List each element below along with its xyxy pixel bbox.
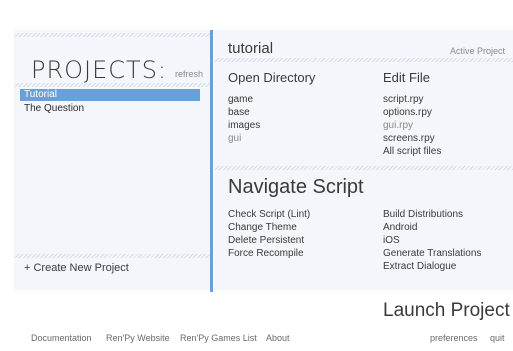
footer-link-renpy-games-list[interactable]: Ren'Py Games List — [180, 333, 257, 343]
change-theme-button[interactable]: Change Theme — [228, 221, 297, 234]
navigate-script-button[interactable]: Navigate Script — [228, 176, 364, 199]
footer-link-renpy-website[interactable]: Ren'Py Website — [106, 333, 170, 343]
open-dir-base[interactable]: base — [228, 106, 250, 119]
project-item-the-question[interactable]: The Question — [20, 103, 200, 115]
open-dir-gui[interactable]: gui — [228, 132, 241, 145]
preferences-button[interactable]: preferences — [430, 333, 478, 343]
create-new-project-button[interactable]: + Create New Project — [24, 262, 129, 274]
ios-button[interactable]: iOS — [383, 234, 400, 247]
edit-file-script[interactable]: script.rpy — [383, 93, 424, 106]
extract-dialogue-button[interactable]: Extract Dialogue — [383, 260, 456, 273]
panel-hatch-divider — [14, 33, 210, 37]
edit-file-all-scripts[interactable]: All script files — [383, 145, 441, 158]
open-directory-heading: Open Directory — [228, 70, 316, 85]
active-project-label: Active Project — [450, 46, 506, 56]
vertical-divider — [210, 30, 213, 292]
edit-file-heading: Edit File — [383, 70, 430, 85]
footer-link-about[interactable]: About — [266, 333, 290, 343]
panel-hatch-divider — [214, 58, 513, 62]
edit-file-screens[interactable]: screens.rpy — [383, 132, 435, 145]
edit-file-gui[interactable]: gui.rpy — [383, 119, 413, 132]
quit-button[interactable]: quit — [490, 333, 505, 343]
top-bar — [0, 0, 513, 20]
android-button[interactable]: Android — [383, 221, 417, 234]
panel-hatch-divider — [14, 254, 210, 258]
force-recompile-button[interactable]: Force Recompile — [228, 247, 304, 260]
edit-file-options[interactable]: options.rpy — [383, 106, 432, 119]
check-script-button[interactable]: Check Script (Lint) — [228, 208, 310, 221]
projects-heading: PROJECTS: — [31, 56, 168, 84]
refresh-button[interactable]: refresh — [175, 69, 203, 79]
generate-translations-button[interactable]: Generate Translations — [383, 247, 481, 260]
panel-hatch-divider — [214, 166, 513, 170]
active-project-name: tutorial — [228, 40, 274, 57]
build-distributions-button[interactable]: Build Distributions — [383, 208, 463, 221]
open-dir-images[interactable]: images — [228, 119, 260, 132]
open-dir-game[interactable]: game — [228, 93, 253, 106]
launch-project-button[interactable]: Launch Project — [383, 300, 510, 322]
project-item-tutorial[interactable]: Tutorial — [20, 89, 200, 101]
delete-persistent-button[interactable]: Delete Persistent — [228, 234, 304, 247]
footer-link-documentation[interactable]: Documentation — [31, 333, 92, 343]
